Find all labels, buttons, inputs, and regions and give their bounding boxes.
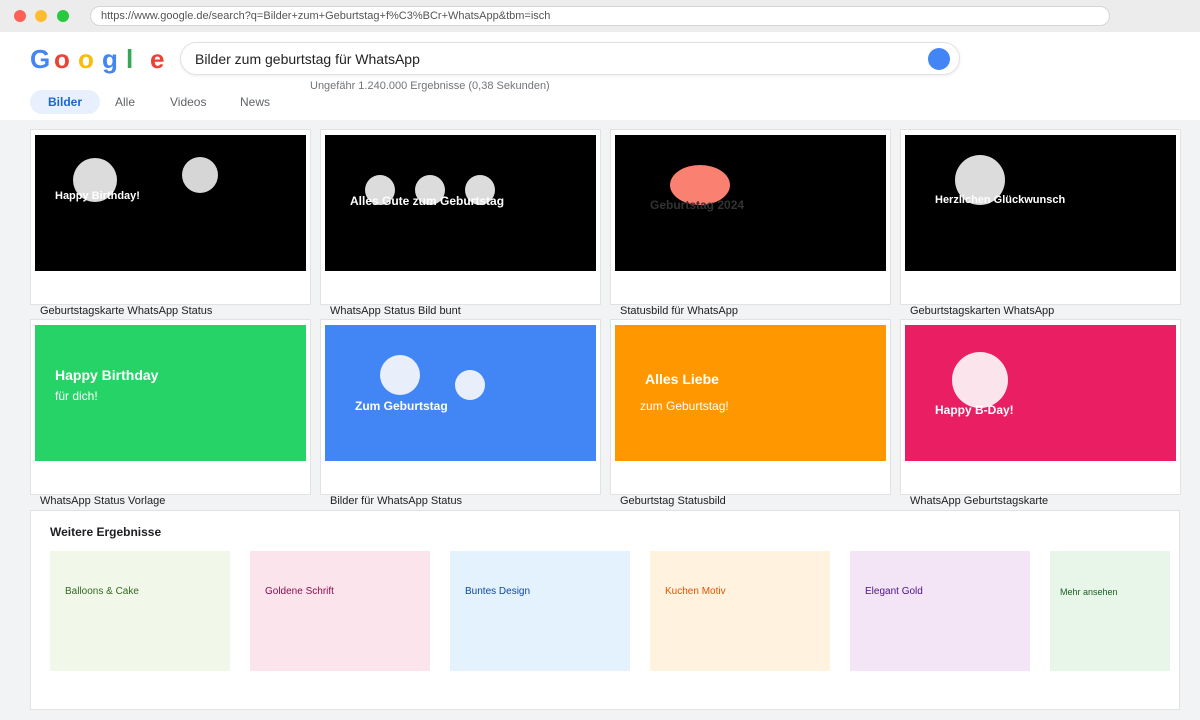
- image-result[interactable]: Zum Geburtstag Bilder für WhatsApp Statu…: [320, 319, 601, 507]
- more-result-card[interactable]: Kuchen Motiv: [650, 551, 830, 671]
- result-caption[interactable]: Bilder für WhatsApp Status: [330, 495, 462, 507]
- browser-toolbar: https://www.google.de/search?q=Bilder+zu…: [0, 0, 1200, 32]
- more-result-card[interactable]: Balloons & Cake: [50, 551, 230, 671]
- search-icon[interactable]: [928, 48, 950, 70]
- result-thumbnail[interactable]: Alles Gute zum Geburtstag: [325, 135, 596, 271]
- address-bar[interactable]: https://www.google.de/search?q=Bilder+zu…: [90, 6, 1110, 26]
- logo-letter: G: [30, 44, 51, 74]
- result-caption[interactable]: WhatsApp Status Vorlage: [40, 495, 165, 507]
- image-result[interactable]: Alles Liebe zum Geburtstag! Geburtstag S…: [610, 319, 891, 507]
- search-header: Google Ungefähr 1.240.000 Ergebnisse (0,…: [0, 32, 1200, 120]
- more-results-title: Weitere Ergebnisse: [50, 525, 162, 539]
- image-result[interactable]: Happy Birthday! Geburtstagskarte WhatsAp…: [30, 129, 311, 317]
- tab-news[interactable]: News: [240, 90, 270, 114]
- thumbnail-text: Alles Gute zum Geburtstag: [350, 194, 505, 208]
- more-result-card[interactable]: Elegant Gold: [850, 551, 1030, 671]
- result-thumbnail[interactable]: Happy Birthday!: [35, 135, 306, 271]
- result-thumbnail[interactable]: Herzlichen Glückwunsch: [905, 135, 1176, 271]
- result-thumbnail[interactable]: Geburtstag 2024: [615, 135, 886, 271]
- result-stats: Ungefähr 1.240.000 Ergebnisse (0,38 Seku…: [310, 80, 550, 92]
- thumbnail-subtext: zum Geburtstag!: [640, 399, 729, 413]
- thumbnail-text: Happy Birthday: [55, 367, 159, 383]
- image-result[interactable]: Alles Gute zum Geburtstag WhatsApp Statu…: [320, 129, 601, 317]
- thumbnail-text: Herzlichen Glückwunsch: [935, 194, 1066, 206]
- tab-bilder[interactable]: Bilder: [30, 90, 100, 114]
- logo-letter: g: [102, 44, 118, 74]
- image-result[interactable]: Geburtstag 2024 Statusbild für WhatsApp: [610, 129, 891, 317]
- google-logo[interactable]: Google: [30, 44, 174, 75]
- thumbnail-text: Geburtstag 2024: [650, 198, 745, 212]
- minimize-window-button[interactable]: [35, 10, 47, 22]
- balloon-shape: [182, 157, 218, 193]
- thumbnail-subtext: für dich!: [55, 389, 98, 403]
- see-more-button[interactable]: Mehr ansehen: [1050, 551, 1170, 671]
- thumbnail-text: Happy Birthday!: [55, 190, 140, 202]
- result-caption[interactable]: Geburtstagskarte WhatsApp Status: [40, 305, 212, 317]
- logo-letter: o: [78, 44, 94, 74]
- close-window-button[interactable]: [14, 10, 26, 22]
- thumbnail-text: Happy B-Day!: [935, 403, 1014, 417]
- result-thumbnail[interactable]: Zum Geburtstag: [325, 325, 596, 461]
- result-caption[interactable]: WhatsApp Status Bild bunt: [330, 305, 461, 317]
- balloon-shape: [952, 352, 1008, 408]
- more-result-card[interactable]: Buntes Design: [450, 551, 630, 671]
- thumbnail-text: Alles Liebe: [645, 371, 719, 387]
- image-result[interactable]: Happy B-Day! WhatsApp Geburtstagskarte: [900, 319, 1181, 507]
- more-results-panel: Weitere Ergebnisse Balloons & Cake Golde…: [30, 510, 1180, 710]
- result-caption[interactable]: Geburtstagskarten WhatsApp: [910, 305, 1054, 317]
- search-input[interactable]: [195, 43, 915, 74]
- tab-alle[interactable]: Alle: [115, 90, 135, 114]
- result-thumbnail[interactable]: Happy Birthday für dich!: [35, 325, 306, 461]
- tab-videos[interactable]: Videos: [170, 90, 206, 114]
- logo-letter: l: [126, 44, 134, 74]
- result-caption[interactable]: Statusbild für WhatsApp: [620, 305, 738, 317]
- more-result-card[interactable]: Goldene Schrift: [250, 551, 430, 671]
- result-thumbnail[interactable]: Alles Liebe zum Geburtstag!: [615, 325, 886, 461]
- maximize-window-button[interactable]: [57, 10, 69, 22]
- logo-letter: e: [150, 44, 165, 74]
- result-caption[interactable]: Geburtstag Statusbild: [620, 495, 726, 507]
- thumbnail-text: Zum Geburtstag: [355, 399, 448, 413]
- image-result[interactable]: Herzlichen Glückwunsch Geburtstagskarten…: [900, 129, 1181, 317]
- balloon-shape: [455, 370, 485, 400]
- result-thumbnail[interactable]: Happy B-Day!: [905, 325, 1176, 461]
- image-result[interactable]: Happy Birthday für dich! WhatsApp Status…: [30, 319, 311, 507]
- search-box: [180, 42, 960, 75]
- balloon-shape: [380, 355, 420, 395]
- logo-letter: o: [54, 44, 70, 74]
- result-caption[interactable]: WhatsApp Geburtstagskarte: [910, 495, 1048, 507]
